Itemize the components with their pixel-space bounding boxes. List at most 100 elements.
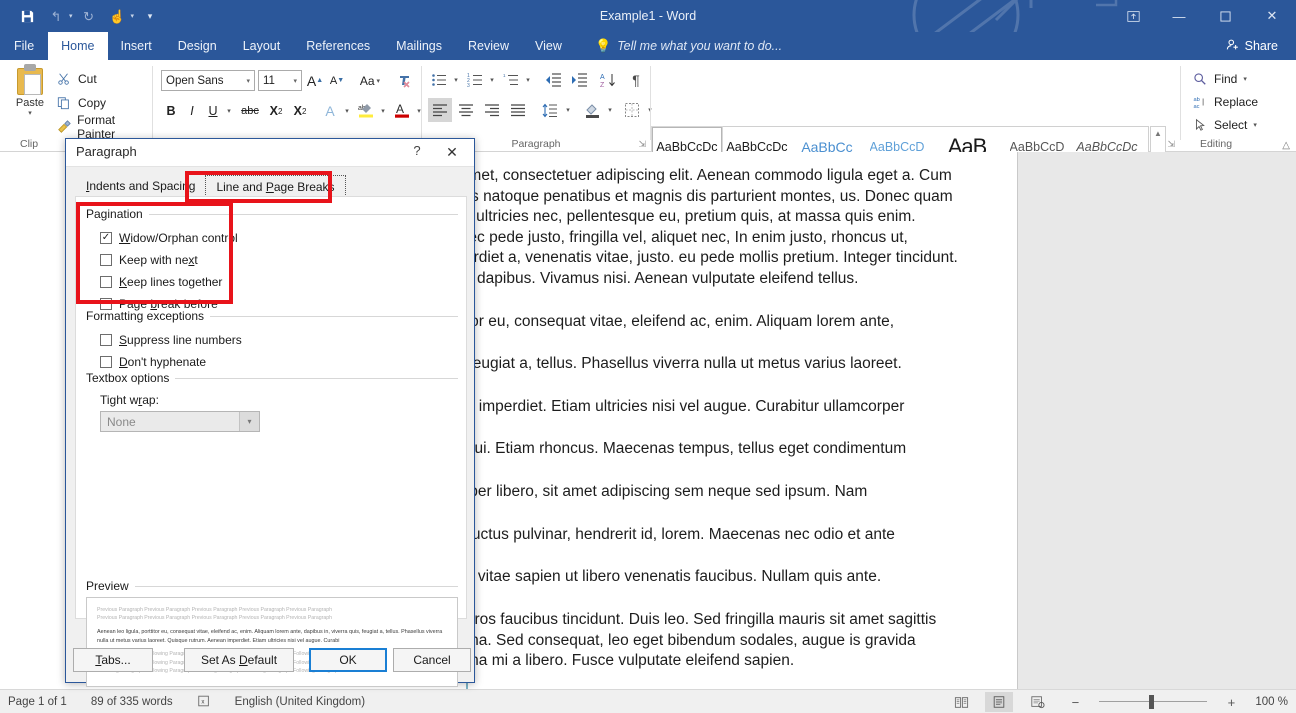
dialog-close-icon[interactable]: ✕ [440, 143, 464, 163]
multilevel-caret-icon[interactable]: ▾ [522, 69, 534, 91]
tab-line-and-page-breaks[interactable]: Line and Page Breaks [205, 175, 345, 197]
shading-caret-icon[interactable]: ▾ [604, 98, 616, 122]
tab-indents-and-spacing[interactable]: IIndents and Spacingndents and Spacing [76, 175, 205, 197]
page-indicator[interactable]: Page 1 of 1 [8, 696, 67, 708]
scroll-up-icon[interactable]: ▲ [1154, 129, 1162, 138]
collapse-ribbon-icon[interactable]: △ [1282, 140, 1290, 151]
cancel-button[interactable]: Cancel [393, 648, 471, 672]
find-caret-icon[interactable]: ▾ [1243, 75, 1247, 83]
zoom-in-button[interactable]: + [1217, 692, 1245, 712]
zoom-slider[interactable] [1099, 694, 1207, 710]
zoom-out-button[interactable]: − [1061, 692, 1089, 712]
tab-review[interactable]: Review [455, 32, 522, 60]
restore-icon[interactable] [1202, 0, 1248, 32]
checkbox-icon[interactable] [100, 334, 112, 346]
align-left-icon[interactable] [428, 98, 452, 122]
copy-button[interactable]: Copy [56, 92, 106, 114]
checkbox-widow-orphan-control[interactable]: ✓ Widow/Orphan control [100, 228, 458, 247]
ok-button[interactable]: OK [309, 648, 387, 672]
format-painter-button[interactable]: Format Painter [56, 116, 152, 138]
tell-me-search[interactable]: 💡 Tell me what you want to do... [595, 32, 782, 60]
justify-icon[interactable] [506, 98, 530, 122]
ribbon-display-options-icon[interactable] [1110, 0, 1156, 32]
zoom-thumb[interactable] [1149, 695, 1154, 709]
document-text[interactable]: sit amet, consectetuer adipiscing elit. … [440, 166, 960, 694]
text-highlight-color-icon[interactable]: ab [355, 98, 377, 122]
select-caret-icon[interactable]: ▾ [1253, 121, 1257, 129]
shading-icon[interactable] [580, 98, 604, 122]
checkbox-icon[interactable]: ✓ [100, 232, 112, 244]
tab-view[interactable]: View [522, 32, 575, 60]
tab-design[interactable]: Design [165, 32, 230, 60]
zoom-level[interactable]: 100 % [1255, 696, 1288, 708]
line-spacing-icon[interactable] [538, 98, 562, 122]
align-right-icon[interactable] [480, 98, 504, 122]
chevron-down-icon[interactable]: ▾ [246, 77, 250, 85]
decrease-indent-icon[interactable] [541, 69, 565, 91]
cut-button[interactable]: Cut [56, 68, 97, 90]
underline-caret-icon[interactable]: ▾ [223, 100, 235, 122]
underline-icon[interactable]: U [203, 100, 223, 122]
print-layout-icon[interactable] [985, 692, 1013, 712]
shrink-font-icon[interactable]: A▼ [327, 70, 347, 91]
replace-button[interactable]: abac Replace [1192, 91, 1258, 113]
grow-font-icon[interactable]: A▲ [305, 70, 325, 91]
chevron-down-icon[interactable]: ▾ [293, 77, 297, 85]
checkbox-icon[interactable] [100, 356, 112, 368]
tight-wrap-combobox[interactable]: None ▾ [100, 411, 260, 432]
bullets-icon[interactable] [428, 69, 450, 91]
tab-mailings[interactable]: Mailings [383, 32, 455, 60]
show-formatting-marks-icon[interactable]: ¶ [625, 69, 647, 91]
strikethrough-icon[interactable]: abc [237, 100, 263, 122]
line-spacing-caret-icon[interactable]: ▾ [562, 98, 574, 122]
help-icon[interactable]: ? [406, 143, 428, 163]
tab-insert[interactable]: Insert [108, 32, 165, 60]
clear-formatting-icon[interactable] [393, 70, 415, 91]
tab-layout[interactable]: Layout [230, 32, 294, 60]
highlight-caret-icon[interactable]: ▾ [377, 100, 389, 122]
tab-file[interactable]: File [0, 32, 48, 60]
read-mode-icon[interactable] [947, 692, 975, 712]
numbering-icon[interactable]: 123 [464, 69, 486, 91]
tab-references[interactable]: References [293, 32, 383, 60]
text-effects-caret-icon[interactable]: ▾ [341, 100, 353, 122]
italic-icon[interactable]: I [182, 100, 202, 122]
subscript-icon[interactable]: X2 [265, 100, 287, 122]
close-icon[interactable]: ✕ [1248, 0, 1296, 32]
multilevel-list-icon[interactable]: 1 [500, 69, 522, 91]
checkbox-keep-lines-together[interactable]: Keep lines together [100, 272, 458, 291]
find-button[interactable]: Find ▾ [1192, 68, 1247, 90]
language-indicator[interactable]: English (United Kingdom) [235, 696, 365, 708]
bold-icon[interactable]: B [161, 100, 181, 122]
paste-caret-icon[interactable]: ▾ [8, 109, 52, 117]
align-center-icon[interactable] [454, 98, 478, 122]
paste-button[interactable]: Paste ▾ [8, 64, 52, 117]
numbering-caret-icon[interactable]: ▾ [486, 69, 498, 91]
chevron-down-icon[interactable]: ▾ [239, 412, 259, 431]
bullets-caret-icon[interactable]: ▾ [450, 69, 462, 91]
web-layout-icon[interactable] [1023, 692, 1051, 712]
font-color-icon[interactable]: A [391, 98, 413, 122]
sort-icon[interactable]: AZ [597, 69, 619, 91]
increase-indent-icon[interactable] [567, 69, 591, 91]
checkbox-icon[interactable] [100, 298, 112, 310]
paragraph-dialog-launcher[interactable]: ⇲ [638, 139, 646, 150]
text-effects-icon[interactable]: A [319, 100, 341, 122]
checkbox-icon[interactable] [100, 276, 112, 288]
checkbox-dont-hyphenate[interactable]: Don't hyphenate [100, 352, 458, 371]
spell-check-icon[interactable]: x [197, 694, 211, 711]
font-size-combobox[interactable]: 11 ▾ [258, 70, 302, 91]
word-count[interactable]: 89 of 335 words [91, 696, 173, 708]
select-button[interactable]: Select ▾ [1192, 114, 1257, 136]
change-case-icon[interactable]: Aa ▾ [353, 70, 387, 91]
superscript-icon[interactable]: X2 [289, 100, 311, 122]
tab-home[interactable]: Home [48, 32, 107, 60]
borders-icon[interactable] [620, 98, 644, 122]
checkbox-suppress-line-numbers[interactable]: Suppress line numbers [100, 330, 458, 349]
set-as-default-button[interactable]: Set As Default [184, 648, 294, 672]
minimize-icon[interactable]: — [1156, 0, 1202, 32]
checkbox-icon[interactable] [100, 254, 112, 266]
share-button[interactable]: Share [1218, 35, 1286, 57]
font-name-combobox[interactable]: Open Sans ▾ [161, 70, 255, 91]
tabs-button[interactable]: Tabs... [73, 648, 153, 672]
